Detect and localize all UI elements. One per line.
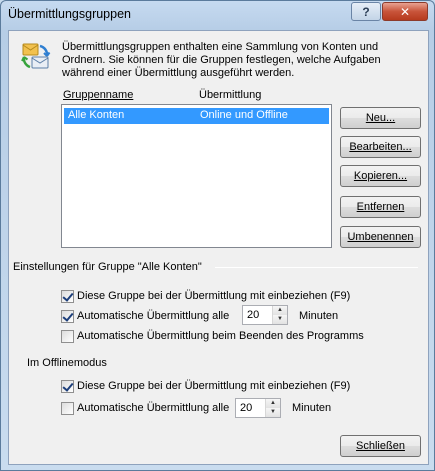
auto-online-unit: Minuten (299, 310, 339, 322)
list-item[interactable]: Alle Konten Online und Offline (63, 107, 330, 125)
remove-button[interactable]: Entfernen (340, 196, 421, 218)
copy-button[interactable]: Kopieren... (340, 165, 421, 187)
column-header-transfer: Übermittlung (199, 89, 262, 101)
auto-online-minutes-stepper[interactable]: 20 ▲ ▼ (242, 305, 288, 325)
spin-down-icon[interactable]: ▼ (273, 315, 287, 324)
spin-up-icon[interactable]: ▲ (266, 399, 280, 408)
auto-offline-minutes-stepper[interactable]: 20 ▲ ▼ (235, 398, 281, 418)
group-list[interactable]: Alle Konten Online und Offline (61, 104, 332, 248)
close-window-button[interactable]: ✕ (382, 2, 428, 21)
auto-offline-unit: Minuten (292, 402, 332, 414)
close-icon: ✕ (399, 4, 411, 19)
auto-offline-label: Automatische Übermittlung alle (77, 402, 230, 414)
help-button[interactable]: ? (351, 2, 381, 21)
auto-online-minutes-value[interactable]: 20 (247, 309, 259, 321)
auto-online-checkbox[interactable] (61, 310, 74, 323)
dialog-body: Übermittlungsgruppen enthalten eine Samm… (8, 30, 429, 465)
close-button[interactable]: Schließen (340, 435, 421, 457)
rename-button[interactable]: Umbenennen (340, 226, 421, 248)
edit-button[interactable]: Bearbeiten... (340, 136, 421, 158)
spin-down-icon[interactable]: ▼ (266, 408, 280, 417)
group-separator (215, 267, 418, 268)
include-online-checkbox[interactable] (61, 290, 74, 303)
row-transfer: Online und Offline (200, 109, 288, 121)
auto-offline-checkbox[interactable] (61, 402, 74, 415)
on-exit-checkbox[interactable] (61, 330, 74, 343)
row-name: Alle Konten (68, 109, 125, 121)
help-icon: ? (362, 4, 370, 19)
auto-online-label: Automatische Übermittlung alle (77, 310, 230, 322)
dialog-window: Übermittlungsgruppen ? ✕ Übermittlungsgr… (0, 0, 435, 471)
send-receive-icon (21, 43, 51, 69)
new-button[interactable]: Neu... (340, 107, 421, 129)
include-online-label: Diese Gruppe bei der Übermittlung mit ei… (77, 290, 351, 302)
on-exit-label: Automatische Übermittlung beim Beenden d… (77, 330, 364, 342)
auto-offline-minutes-value[interactable]: 20 (240, 402, 252, 414)
include-offline-label: Diese Gruppe bei der Übermittlung mit ei… (77, 380, 351, 392)
spin-up-icon[interactable]: ▲ (273, 306, 287, 315)
include-offline-checkbox[interactable] (61, 380, 74, 393)
window-title: Übermittlungsgruppen (8, 7, 131, 21)
intro-text: Übermittlungsgruppen enthalten eine Samm… (62, 41, 381, 79)
settings-group-title: Einstellungen für Gruppe "Alle Konten" (13, 261, 202, 273)
offline-title: Im Offlinemodus (27, 357, 107, 369)
title-bar[interactable]: Übermittlungsgruppen ? ✕ (1, 1, 434, 29)
column-header-name: Gruppenname (63, 89, 134, 101)
